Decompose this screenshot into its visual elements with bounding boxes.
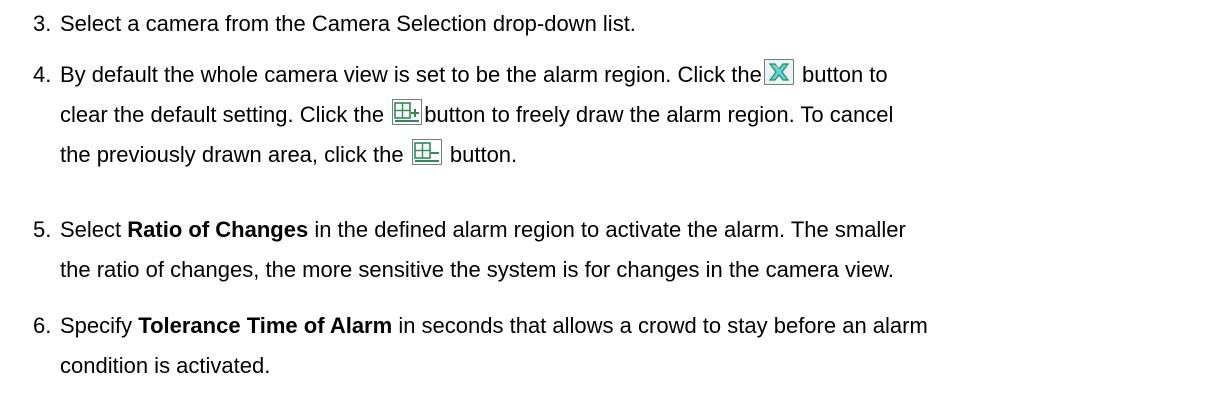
text-segment: button to freely draw the alarm region. … xyxy=(424,102,894,127)
text-segment: Select xyxy=(60,217,122,242)
add-region-icon[interactable] xyxy=(392,99,423,126)
step-text: Specify Tolerance Time of Alarm in secon… xyxy=(60,306,1210,386)
bold-term: Tolerance Time of Alarm xyxy=(138,313,393,338)
step-text: By default the whole camera view is set … xyxy=(60,55,1210,175)
text-segment: button. xyxy=(449,142,518,167)
step-line: Select Ratio of Changes in the defined a… xyxy=(60,210,1210,250)
text-segment: Specify xyxy=(60,313,133,338)
text-segment: in the defined alarm region to activate … xyxy=(314,217,906,242)
step-text: Select Ratio of Changes in the defined a… xyxy=(60,210,1210,290)
step-text: Select a camera from the Camera Selectio… xyxy=(60,4,1210,44)
step-line: clear the default setting. Click the but… xyxy=(60,95,1210,135)
step-number: 6. xyxy=(33,313,52,338)
clear-region-icon[interactable] xyxy=(763,59,794,86)
text-segment: By default the whole camera view is set … xyxy=(60,62,762,87)
step-line: the ratio of changes, the more sensitive… xyxy=(60,257,894,282)
step-line: Specify Tolerance Time of Alarm in secon… xyxy=(60,306,1210,346)
text-segment: clear the default setting. Click the xyxy=(60,102,385,127)
step-number: 4. xyxy=(33,62,52,87)
step-number: 5. xyxy=(33,217,52,242)
text-segment: the previously drawn area, click the xyxy=(60,142,404,167)
step-line: Select a camera from the Camera Selectio… xyxy=(60,11,636,36)
step-line: By default the whole camera view is set … xyxy=(60,55,1210,95)
bold-term: Ratio of Changes xyxy=(127,217,309,242)
text-segment: button to xyxy=(802,62,888,87)
step-line: condition is activated. xyxy=(60,353,271,378)
step-line: the previously drawn area, click the but… xyxy=(60,135,1210,175)
remove-region-icon[interactable] xyxy=(411,139,442,166)
step-number: 3. xyxy=(33,11,52,36)
text-segment: in seconds that allows a crowd to stay b… xyxy=(398,313,928,338)
